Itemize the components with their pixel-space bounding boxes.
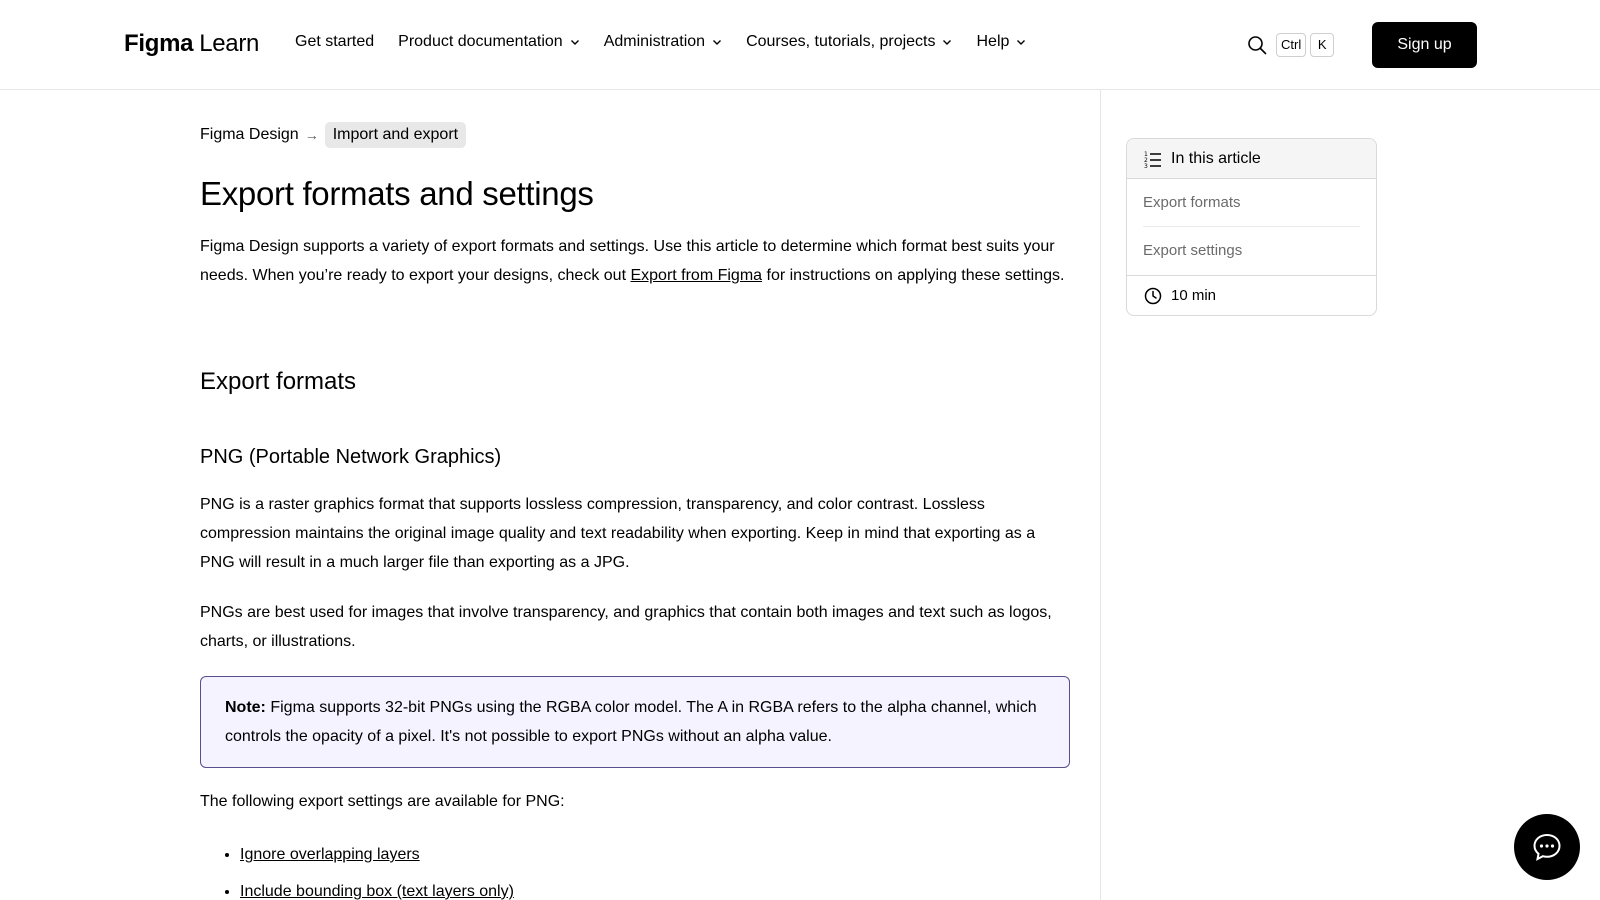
- chevron-down-icon: [570, 40, 579, 45]
- nav-administration[interactable]: Administration: [604, 33, 722, 51]
- breadcrumb: Figma Design → Import and export: [200, 122, 467, 148]
- ignore-overlapping-layers-link[interactable]: Ignore overlapping layers: [240, 846, 420, 863]
- list-icon: 1 2 3: [1144, 151, 1161, 169]
- nav-label: Help: [976, 33, 1010, 50]
- chat-button[interactable]: [1514, 814, 1580, 880]
- read-time: 10 min: [1127, 275, 1376, 315]
- png-settings-list: Ignore overlapping layers Include boundi…: [240, 836, 514, 900]
- breadcrumb-current[interactable]: Import and export: [324, 122, 467, 148]
- chevron-down-icon: [713, 40, 722, 45]
- site-header: Figma Learn Get started Product documenta…: [0, 0, 1600, 90]
- logo[interactable]: Figma Learn: [124, 30, 259, 58]
- include-bounding-box-link[interactable]: Include bounding box (text layers only): [240, 883, 514, 900]
- nav-help[interactable]: Help: [976, 33, 1026, 51]
- chevron-down-icon: [1017, 40, 1026, 45]
- shortcut-key-ctrl: Ctrl: [1276, 33, 1307, 57]
- table-of-contents: 1 2 3 In this article Export formats Exp…: [1126, 138, 1377, 316]
- shortcut-key-k: K: [1310, 33, 1335, 57]
- clock-icon: [1144, 287, 1162, 304]
- search-icon: [1248, 36, 1267, 55]
- nav-label: Product documentation: [398, 33, 563, 50]
- png-description: PNG is a raster graphics format that sup…: [200, 496, 1036, 571]
- sign-up-button[interactable]: Sign up: [1372, 22, 1477, 68]
- nav-get-started[interactable]: Get started: [295, 33, 374, 51]
- intro-paragraph: Figma Design supports a variety of expor…: [200, 232, 1070, 290]
- toc-item-export-formats[interactable]: Export formats: [1143, 179, 1360, 227]
- chat-bubble-icon: [1533, 833, 1561, 861]
- note-callout: Note: Figma supports 32-bit PNGs using t…: [200, 676, 1070, 768]
- logo-brand: Figma: [124, 30, 194, 57]
- chevron-down-icon: [943, 40, 952, 45]
- svg-text:3: 3: [1144, 163, 1148, 169]
- png-settings-intro: The following export settings are availa…: [200, 793, 565, 810]
- export-from-figma-link[interactable]: Export from Figma: [630, 267, 762, 284]
- png-use-cases: PNGs are best used for images that invol…: [200, 604, 1052, 650]
- section-heading-export-formats: Export formats: [200, 368, 357, 395]
- nav-product-documentation[interactable]: Product documentation: [398, 33, 580, 51]
- note-text: Figma supports 32-bit PNGs using the RGB…: [225, 699, 1037, 745]
- toc-header: 1 2 3 In this article: [1127, 139, 1376, 179]
- read-time-value: 10 min: [1171, 287, 1217, 304]
- list-item: Include bounding box (text layers only): [240, 873, 514, 900]
- note-label: Note:: [225, 699, 266, 716]
- search-button[interactable]: Ctrl K: [1246, 33, 1335, 57]
- nav-label: Get started: [295, 33, 375, 50]
- nav-label: Administration: [603, 33, 706, 50]
- logo-suffix: Learn: [199, 30, 260, 57]
- sidebar-divider: [1100, 90, 1101, 900]
- main-nav: Get started Product documentation Admini…: [295, 33, 1026, 51]
- list-item: Ignore overlapping layers: [240, 836, 514, 873]
- breadcrumb-parent[interactable]: Figma Design: [200, 126, 299, 144]
- page-title: Export formats and settings: [200, 175, 594, 212]
- arrow-right-icon: →: [304, 127, 319, 143]
- toc-heading: In this article: [1171, 149, 1261, 167]
- nav-courses[interactable]: Courses, tutorials, projects: [746, 33, 952, 51]
- toc-item-export-settings[interactable]: Export settings: [1143, 227, 1360, 275]
- subsection-heading-png: PNG (Portable Network Graphics): [200, 446, 502, 468]
- nav-label: Courses, tutorials, projects: [746, 33, 936, 50]
- intro-text-end: for instructions on applying these setti…: [762, 267, 1065, 284]
